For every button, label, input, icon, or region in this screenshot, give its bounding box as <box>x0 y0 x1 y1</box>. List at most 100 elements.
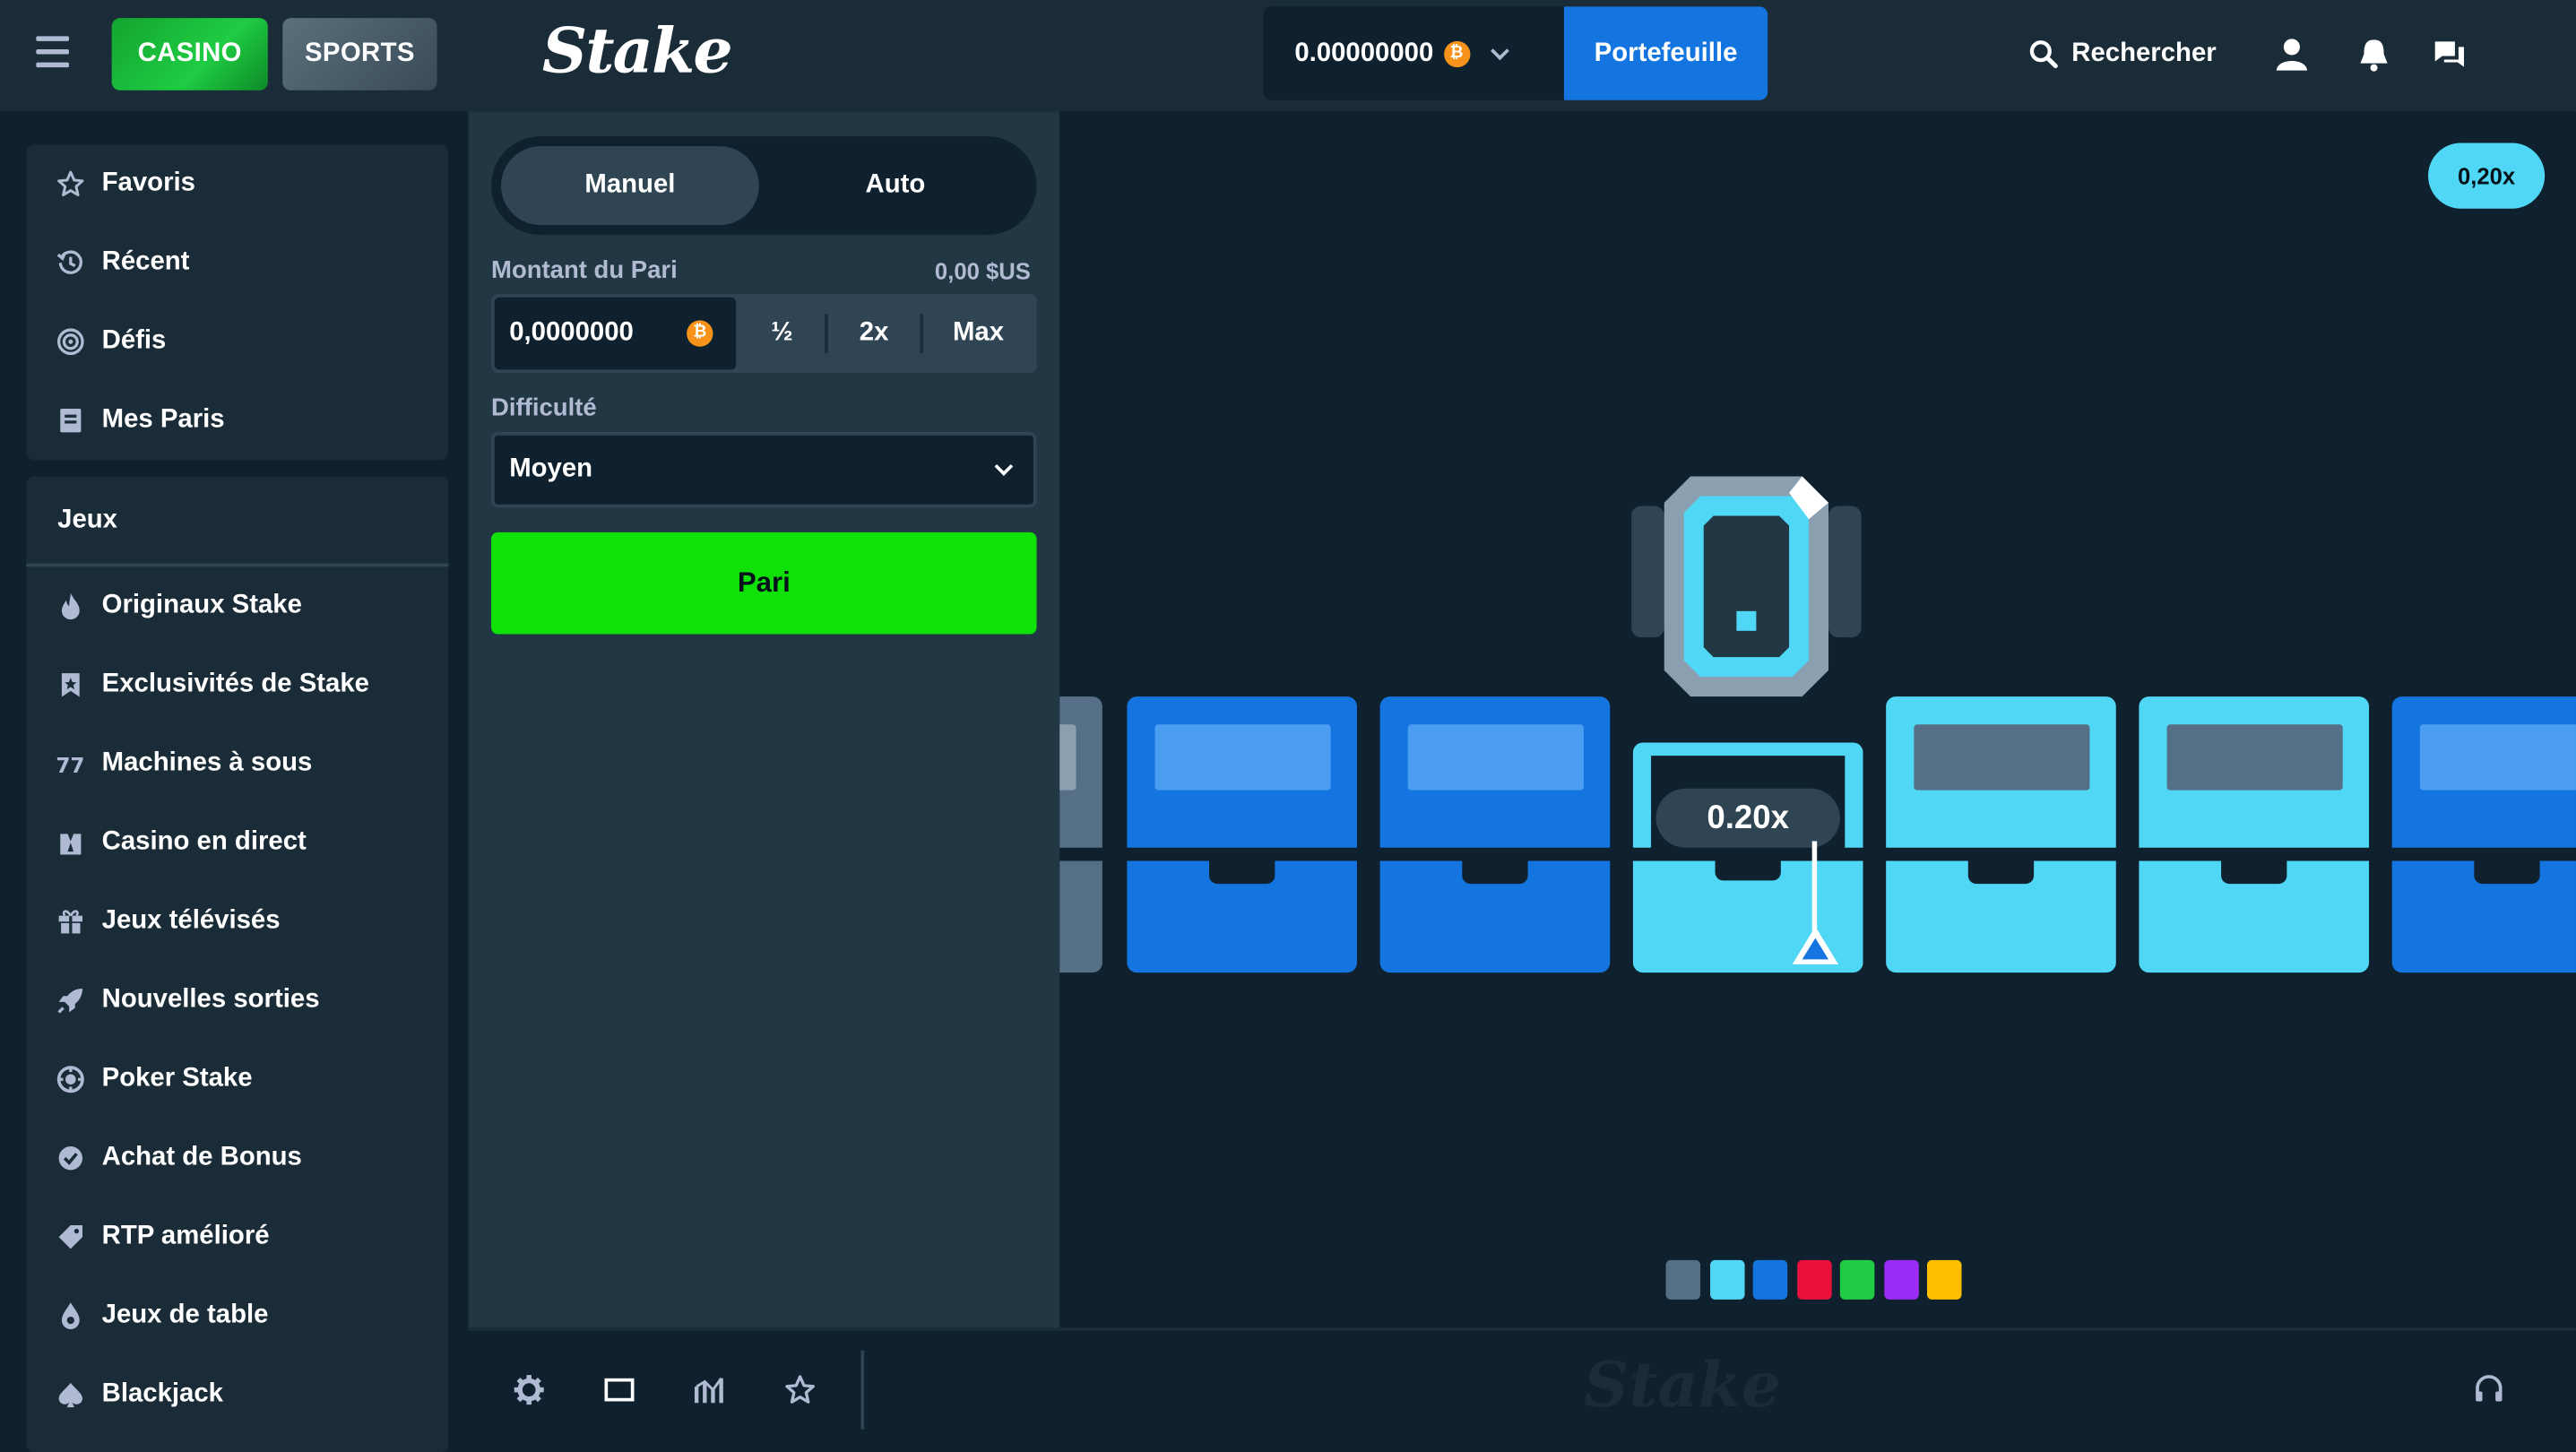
stats-icon[interactable] <box>693 1373 726 1406</box>
flame-icon <box>61 592 80 620</box>
settings-icon[interactable] <box>513 1373 546 1406</box>
tab-auto[interactable]: Auto <box>764 146 1026 225</box>
search-icon <box>2029 40 2058 69</box>
double-bet-button[interactable]: 2x <box>828 298 921 370</box>
bookmark-star-icon <box>61 673 80 697</box>
star-icon <box>57 170 84 196</box>
sidebar-quick-links: Favoris Récent Défis Mes Paris <box>26 144 449 461</box>
wallet-button[interactable]: Portefeuille <box>1563 6 1768 100</box>
slots-icon: 777 <box>56 755 85 778</box>
search-button[interactable]: Rechercher <box>2029 33 2217 76</box>
sidebar-item-label: Nouvelles sorties <box>101 985 320 1014</box>
sidebar-item-label: Défis <box>101 326 167 355</box>
headset-icon[interactable] <box>2473 1373 2506 1406</box>
sidebar-item-label: Exclusivités de Stake <box>101 670 369 698</box>
balance-selector[interactable]: 0.00000000 ₿ <box>1263 6 1566 100</box>
color-swatch <box>1883 1259 1918 1300</box>
center-multiplier: 0.20x <box>1655 788 1840 848</box>
sidebar-item-label: Originaux Stake <box>101 591 302 620</box>
bitcoin-icon: ₿ <box>1443 39 1470 67</box>
chevron-down-icon <box>1490 40 1508 60</box>
max-bet-button[interactable]: Max <box>923 298 1033 370</box>
stake-logo[interactable]: Stake <box>542 13 733 87</box>
sidebar-item-nouvelles-sorties[interactable]: Nouvelles sorties <box>26 968 448 1033</box>
sidebar-item-blackjack[interactable]: Blackjack <box>26 1361 448 1427</box>
stake-watermark: Stake <box>1583 1346 1782 1422</box>
bet-amount-label: Montant du Pari <box>491 255 678 285</box>
sidebar-item-label: Machines à sous <box>101 748 313 777</box>
sidebar-item-jeux-de-table[interactable]: Jeux de table <box>26 1283 448 1348</box>
difficulty-label: Difficulté <box>491 393 597 423</box>
color-swatch <box>1926 1259 1962 1300</box>
difficulty-select[interactable]: Moyen <box>491 432 1037 508</box>
half-bet-button[interactable]: ½ <box>739 298 825 370</box>
sidebar-item-achat-de-bonus[interactable]: Achat de Bonus <box>26 1126 448 1191</box>
poker-chip-icon <box>56 1066 84 1093</box>
reel-box <box>1886 696 2116 973</box>
sidebar-item-label: RTP amélioré <box>101 1222 270 1250</box>
sidebar-item-defis[interactable]: Défis <box>26 309 448 375</box>
sidebar-item-originaux-stake[interactable]: Originaux Stake <box>26 574 448 639</box>
drop-icon <box>61 1302 80 1329</box>
favorite-star-icon[interactable] <box>783 1373 817 1406</box>
bitcoin-icon: ₿ <box>687 320 713 347</box>
bet-amount-value: 0,0000000 <box>509 318 634 347</box>
sidebar-item-label: Blackjack <box>101 1379 223 1408</box>
gem-icon <box>1631 476 1862 697</box>
sidebar-games: Jeux Originaux Stake Exclusivités de Sta… <box>26 476 449 1452</box>
reel-box <box>1059 696 1102 973</box>
user-icon[interactable] <box>2274 36 2310 72</box>
sidebar-item-label: Poker Stake <box>101 1064 253 1093</box>
sidebar-item-machines-a-sous[interactable]: 777 Machines à sous <box>26 731 448 797</box>
color-swatch <box>1796 1259 1831 1300</box>
gift-icon <box>58 910 83 934</box>
search-label: Rechercher <box>2071 39 2217 68</box>
sidebar-item-jeux-televises[interactable]: Jeux télévisés <box>26 889 448 955</box>
tab-manual[interactable]: Manuel <box>501 146 759 226</box>
rocket-icon <box>57 989 83 1014</box>
bonus-icon <box>58 1145 83 1171</box>
reel-box <box>1127 696 1357 973</box>
spade-icon <box>58 1382 83 1408</box>
sidebar-item-label: Récent <box>101 247 190 276</box>
games-heading[interactable]: Jeux <box>26 477 449 567</box>
tag-icon <box>58 1224 83 1249</box>
difficulty-value: Moyen <box>509 454 593 483</box>
color-swatch <box>1709 1259 1744 1300</box>
balance-value: 0.00000000 <box>1294 39 1434 67</box>
sidebar-item-favoris[interactable]: Favoris <box>26 151 448 217</box>
sidebar-item-label: Jeux télévisés <box>101 906 281 935</box>
sports-tab-label: SPORTS <box>305 39 415 68</box>
color-swatch <box>1752 1259 1788 1300</box>
bet-button[interactable]: Pari <box>491 532 1037 635</box>
game-area: 0.20x <box>1059 111 2576 1327</box>
last-multiplier-badge[interactable]: 0,20x <box>2428 143 2546 209</box>
chat-icon[interactable] <box>2432 36 2468 72</box>
divider <box>860 1350 865 1430</box>
live-dealer-icon <box>60 834 82 855</box>
sports-tab[interactable]: SPORTS <box>282 18 437 91</box>
sidebar-item-rtp-ameliore[interactable]: RTP amélioré <box>26 1205 448 1270</box>
menu-icon[interactable] <box>36 36 69 69</box>
bell-icon[interactable] <box>2356 36 2391 72</box>
theatre-mode-icon[interactable] <box>603 1373 636 1406</box>
sidebar-item-label: Jeux de table <box>101 1301 269 1329</box>
sidebar-item-casino-en-direct[interactable]: Casino en direct <box>26 810 448 876</box>
sidebar-item-recent[interactable]: Récent <box>26 230 448 296</box>
sidebar-item-label: Achat de Bonus <box>101 1143 302 1171</box>
bet-amount-usd: 0,00 $US <box>934 257 1031 285</box>
color-swatch <box>1839 1259 1875 1300</box>
reel-box <box>2391 696 2576 973</box>
casino-tab[interactable]: CASINO <box>111 18 268 91</box>
color-swatch <box>1665 1259 1701 1300</box>
svg-text:777: 777 <box>56 755 85 778</box>
sidebar-item-mes-paris[interactable]: Mes Paris <box>26 388 448 454</box>
sidebar-item-poker-stake[interactable]: Poker Stake <box>26 1047 448 1112</box>
target-icon <box>56 328 84 356</box>
bets-icon <box>60 409 82 433</box>
sidebar-item-label: Casino en direct <box>101 827 307 856</box>
sidebar-item-exclusivites[interactable]: Exclusivités de Stake <box>26 653 448 718</box>
sidebar-item-label: Mes Paris <box>101 405 225 434</box>
bet-amount-input[interactable]: 0,0000000 ₿ <box>494 297 737 370</box>
casino-tab-label: CASINO <box>137 39 242 68</box>
